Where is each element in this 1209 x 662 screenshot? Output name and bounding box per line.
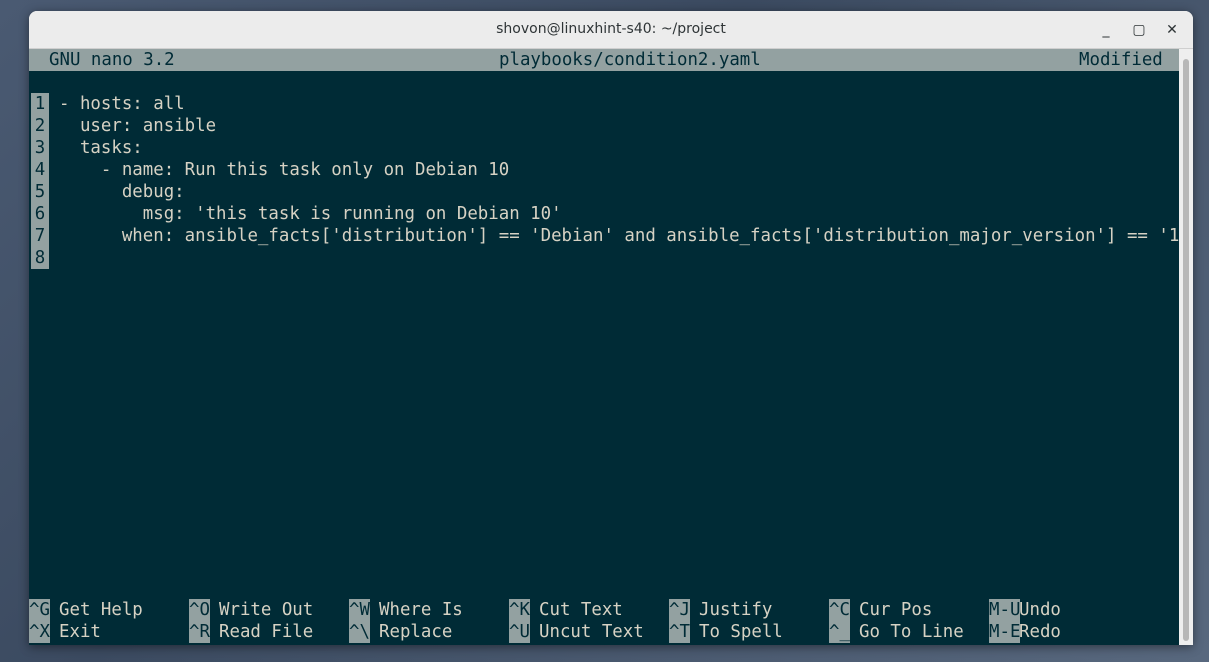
shortcut-label: Go To Line [859,622,964,642]
line-number: 3 [31,137,49,159]
shortcut-key: ^\ [349,621,370,643]
window-titlebar[interactable]: shovon@linuxhint-s40: ~/project _ ▢ ✕ [29,11,1193,49]
shortcut-label: Exit [59,622,101,642]
file-name: playbooks/condition2.yaml [499,50,761,70]
line-number: 5 [31,181,49,203]
shortcut-label: Undo [1019,600,1061,620]
nano-version: GNU nano 3.2 [49,50,175,70]
modified-status: Modified [1079,50,1163,70]
code-line[interactable]: tasks: [59,137,143,159]
scrollbar-thumb[interactable] [1183,59,1189,641]
terminal-window: shovon@linuxhint-s40: ~/project _ ▢ ✕ GN… [29,11,1193,645]
shortcut-key: ^R [189,621,210,643]
shortcut-key: ^C [829,599,850,621]
minimize-button[interactable]: _ [1095,19,1117,41]
shortcut-key: ^X [29,621,50,643]
shortcut-label: Get Help [59,600,143,620]
line-number: 2 [31,115,49,137]
shortcut-label: Redo [1019,622,1061,642]
shortcut-key: ^U [509,621,530,643]
shortcut-label: Write Out [219,600,314,620]
code-line[interactable]: when: ansible_facts['distribution'] == '… [59,225,1193,247]
shortcut-key: ^W [349,599,370,621]
shortcut-key: ^K [509,599,530,621]
code-line[interactable]: - name: Run this task only on Debian 10 [59,159,509,181]
shortcut-key: M-E [989,621,1021,643]
code-line[interactable]: - hosts: all [59,93,185,115]
code-line[interactable]: user: ansible [59,115,216,137]
line-number: 8 [31,247,49,269]
shortcut-label: To Spell [699,622,783,642]
shortcut-label: Replace [379,622,453,642]
shortcut-key: ^J [669,599,690,621]
shortcut-label: Cut Text [539,600,623,620]
terminal-area[interactable]: GNU nano 3.2 playbooks/condition2.yaml M… [29,49,1193,645]
line-number: 6 [31,203,49,225]
shortcut-key: ^_ [829,621,850,643]
shortcut-label: Read File [219,622,314,642]
line-number: 4 [31,159,49,181]
shortcut-key: ^G [29,599,50,621]
line-number: 1 [31,93,49,115]
shortcut-label: Justify [699,600,773,620]
scrollbar[interactable] [1179,49,1193,645]
shortcut-label: Where Is [379,600,463,620]
shortcut-key: ^T [669,621,690,643]
shortcut-label: Cur Pos [859,600,933,620]
shortcut-label: Uncut Text [539,622,644,642]
code-line[interactable]: msg: 'this task is running on Debian 10' [59,203,562,225]
close-button[interactable]: ✕ [1161,19,1183,41]
shortcut-key: ^O [189,599,210,621]
maximize-button[interactable]: ▢ [1128,19,1150,41]
nano-header-bar: GNU nano 3.2 playbooks/condition2.yaml M… [29,49,1179,71]
line-number: 7 [31,225,49,247]
shortcut-key: M-U [989,599,1021,621]
window-title: shovon@linuxhint-s40: ~/project [496,21,726,37]
code-line[interactable]: debug: [59,181,185,203]
